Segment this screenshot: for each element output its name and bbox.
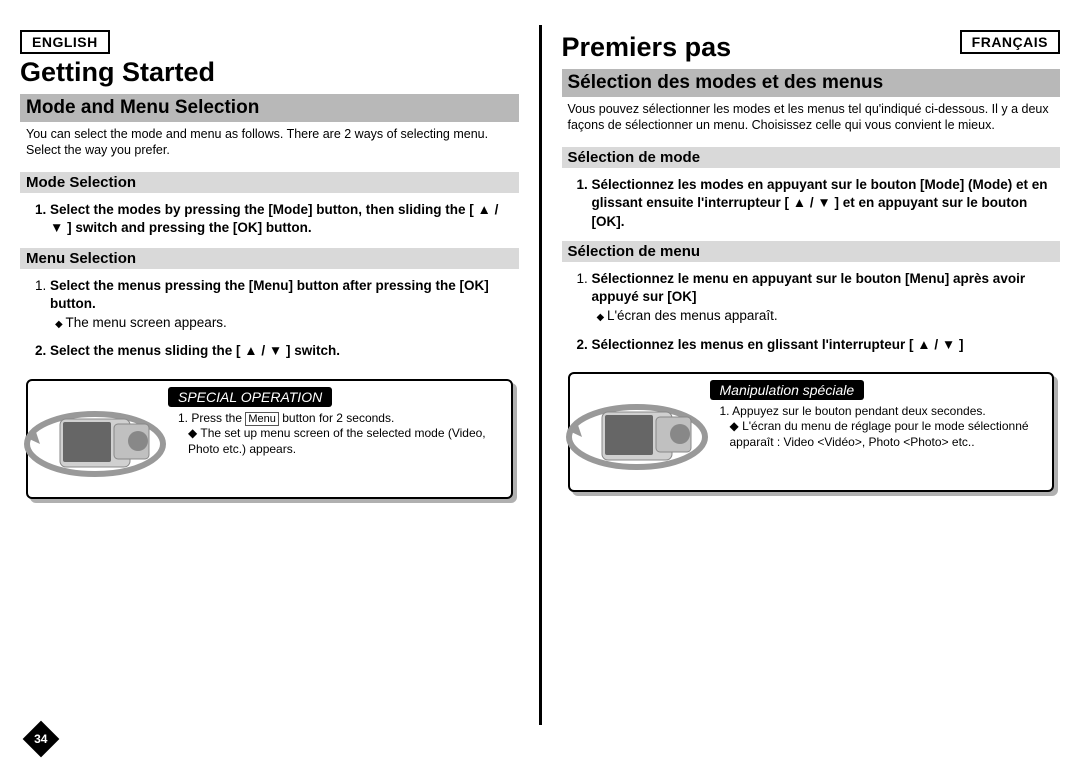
menu-step-1-text-fr: Sélectionnez le menu en appuyant sur le … xyxy=(592,271,1026,304)
menu-steps-en: Select the menus pressing the [Menu] but… xyxy=(20,277,519,361)
mode-selection-heading-fr: Sélection de mode xyxy=(562,147,1061,168)
language-tab-en: ENGLISH xyxy=(20,30,110,54)
mode-step-1-en: Select the modes by pressing the [Mode] … xyxy=(50,201,513,237)
camera-illustration-icon xyxy=(20,389,170,489)
camera-illustration-icon xyxy=(562,382,712,482)
intro-text-en: You can select the mode and menu as foll… xyxy=(20,127,519,158)
menu-steps-fr: Sélectionnez le menu en appuyant sur le … xyxy=(562,270,1061,354)
menu-step-2-en: Select the menus sliding the [ ▲ / ▼ ] s… xyxy=(50,342,513,360)
page-english: ENGLISH Getting Started Mode and Menu Se… xyxy=(0,30,539,764)
page-french: FRANÇAIS Premiers pas Sélection des mode… xyxy=(542,30,1080,764)
special-operation-box-en: SPECIAL OPERATION 1. Press the Menu butt… xyxy=(26,379,513,507)
special-sub-fr: L'écran du menu de réglage pour le mode … xyxy=(730,419,1029,449)
special-body-fr: 1. Appuyez sur le bouton pendant deux se… xyxy=(710,404,1053,451)
mode-steps-fr: Sélectionnez les modes en appuyant sur l… xyxy=(562,176,1061,231)
intro-text-fr: Vous pouvez sélectionner les modes et le… xyxy=(562,102,1061,133)
menu-selection-heading-en: Menu Selection xyxy=(20,248,519,269)
special-title-en: SPECIAL OPERATION xyxy=(168,387,332,407)
menu-step-1-sub-en: The menu screen appears. xyxy=(50,314,513,332)
page-title-en: Getting Started xyxy=(20,57,519,88)
special-body-en: 1. Press the Menu button for 2 seconds. … xyxy=(168,411,511,458)
language-tab-fr: FRANÇAIS xyxy=(960,30,1060,54)
section-heading-fr: Sélection des modes et des menus xyxy=(562,69,1061,97)
special-operation-box-fr: Manipulation spéciale 1. Appuyez sur le … xyxy=(568,372,1055,500)
page-number: 34 xyxy=(28,726,54,752)
menu-selection-heading-fr: Sélection de menu xyxy=(562,241,1061,262)
mode-steps-en: Select the modes by pressing the [Mode] … xyxy=(20,201,519,237)
special-sub-en: The set up menu screen of the selected m… xyxy=(188,426,486,456)
mode-step-1-fr: Sélectionnez les modes en appuyant sur l… xyxy=(592,176,1055,231)
menu-step-1-fr: Sélectionnez le menu en appuyant sur le … xyxy=(592,270,1055,326)
section-heading-en: Mode and Menu Selection xyxy=(20,94,519,122)
menu-step-2-fr: Sélectionnez les menus en glissant l'int… xyxy=(592,336,1055,354)
special-title-fr: Manipulation spéciale xyxy=(710,380,865,400)
mode-selection-heading-en: Mode Selection xyxy=(20,172,519,193)
menu-step-1-en: Select the menus pressing the [Menu] but… xyxy=(50,277,513,333)
menu-step-1-text-en: Select the menus pressing the [Menu] but… xyxy=(50,278,489,311)
menu-step-1-sub-fr: L'écran des menus apparaît. xyxy=(592,307,1055,325)
special-step-fr: 1. Appuyez sur le bouton pendant deux se… xyxy=(720,404,1053,420)
menu-button-label: Menu xyxy=(245,412,279,426)
